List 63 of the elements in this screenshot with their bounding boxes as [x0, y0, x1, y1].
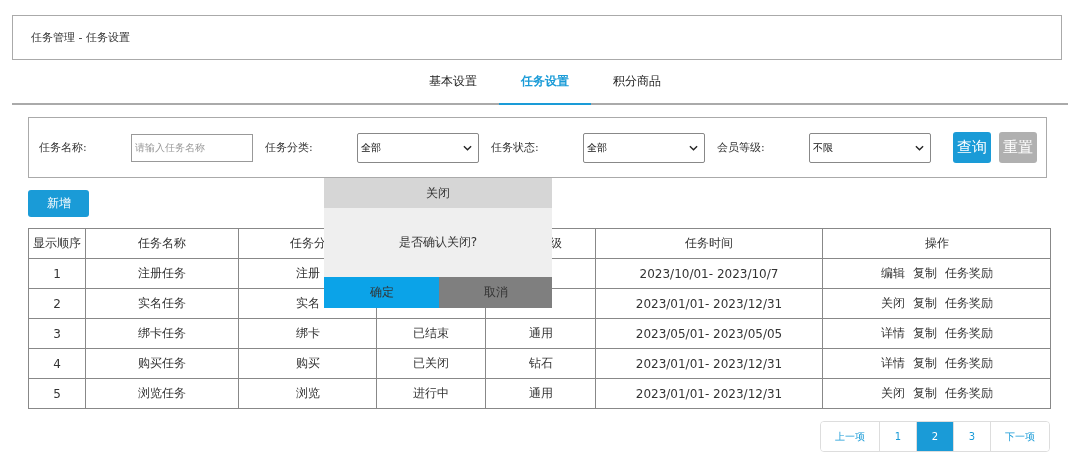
table-cell: 2023/10/01- 2023/10/7	[639, 266, 779, 281]
table-cell: 3	[53, 326, 61, 341]
action-link[interactable]: 任务奖励	[944, 326, 993, 340]
table-cell: 4	[53, 356, 61, 371]
action-link[interactable]: 复制	[912, 296, 937, 310]
tab[interactable]: 基本设置	[407, 60, 499, 105]
action-link[interactable]: 复制	[912, 356, 937, 370]
table-cell: 2	[53, 296, 61, 311]
table-cell: 通用	[528, 386, 553, 400]
dropdown[interactable]: 全部	[357, 132, 479, 163]
column-header: 任务名称	[138, 236, 186, 250]
table-cell: 实名任务	[138, 296, 186, 310]
dialog-message: 是否确认关闭?	[398, 234, 478, 251]
column-header: 任务时间	[685, 236, 733, 250]
table-cell: 1	[53, 266, 61, 281]
filter-label: 任务名称:	[39, 140, 88, 155]
chevron-down-icon	[463, 144, 472, 151]
confirm-button[interactable]: 确定	[324, 277, 439, 308]
action-link[interactable]: 任务奖励	[944, 356, 993, 370]
table-cell: 注册	[295, 266, 320, 280]
action-link[interactable]: 复制	[912, 326, 937, 340]
column-header: 任务分	[289, 236, 326, 250]
action-link[interactable]: 关闭	[880, 386, 905, 400]
table-cell: 浏览	[295, 386, 320, 400]
chevron-down-icon	[915, 144, 924, 151]
table-cell: 2023/01/01- 2023/12/31	[635, 386, 783, 401]
table-cell: 绑卡	[295, 326, 320, 340]
table-cell: 2023/01/01- 2023/12/31	[635, 356, 783, 371]
action-link[interactable]: 任务奖励	[944, 296, 993, 310]
action-link[interactable]: 详情	[880, 326, 905, 340]
table-cell: 通用	[528, 326, 553, 340]
breadcrumb: 任务管理 - 任务设置	[31, 30, 130, 45]
table-cell: 购买任务	[138, 356, 186, 370]
action-link[interactable]: 任务奖励	[944, 386, 993, 400]
action-link[interactable]: 详情	[880, 356, 905, 370]
table-cell: 购买	[295, 356, 320, 370]
table-cell: 钻石	[528, 356, 553, 370]
dropdown[interactable]: 全部	[583, 132, 705, 163]
filter-label: 会员等级:	[717, 140, 766, 155]
table-cell: 2023/05/01- 2023/05/05	[635, 326, 783, 341]
column-header: 操作	[924, 236, 949, 250]
dialog-title: 关闭	[324, 178, 552, 208]
action-link[interactable]: 复制	[912, 386, 937, 400]
filter-label: 任务状态:	[491, 140, 540, 155]
action-link[interactable]: 复制	[912, 266, 937, 280]
table-cell: 已结束	[413, 326, 449, 340]
action-link[interactable]: 任务奖励	[944, 266, 993, 280]
tab[interactable]: 积分商品	[591, 60, 683, 105]
task-name-field[interactable]: 请输入任务名称	[131, 133, 253, 162]
table-cell: 实名	[295, 296, 320, 310]
table-cell: 2023/01/01- 2023/12/31	[635, 296, 783, 311]
table-cell: 进行中	[413, 386, 449, 400]
action-link[interactable]: 编辑	[880, 266, 905, 280]
chevron-down-icon	[689, 144, 698, 151]
table-cell: 5	[53, 386, 61, 401]
table-cell: 注册任务	[138, 266, 186, 280]
filter-label: 任务分类:	[265, 140, 314, 155]
table-cell: 绑卡任务	[138, 326, 186, 340]
table-cell: 已关闭	[413, 356, 449, 370]
action-link[interactable]: 关闭	[880, 296, 905, 310]
column-header: 显示顺序	[33, 236, 81, 250]
table-cell: 浏览任务	[138, 386, 186, 400]
dropdown[interactable]: 不限	[809, 132, 931, 163]
